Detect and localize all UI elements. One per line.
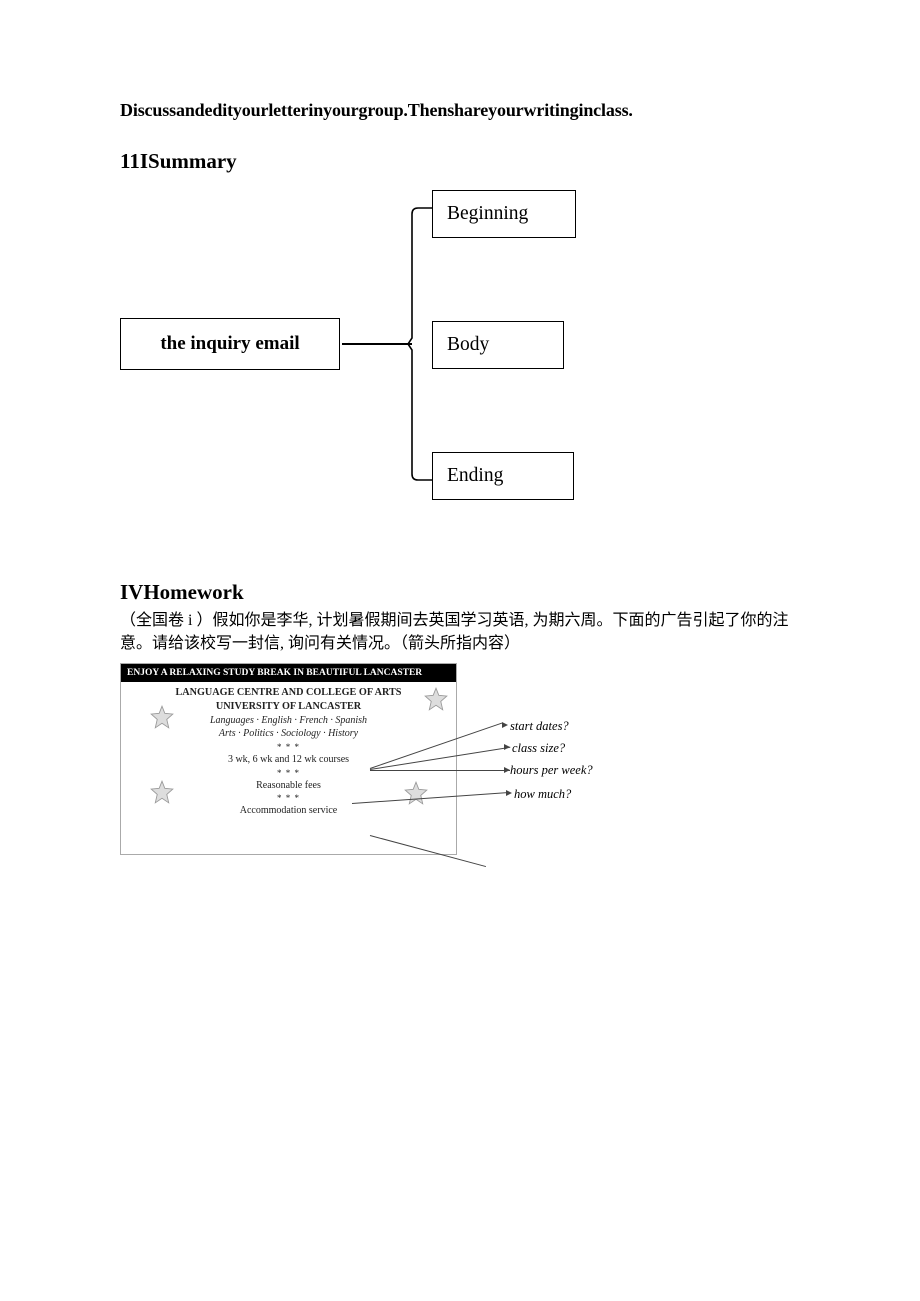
- diagram-ending-box: Ending: [432, 452, 574, 500]
- ad-divider-1: * * *: [127, 741, 450, 753]
- ad-accommodation: Accommodation service: [127, 804, 450, 818]
- advertisement-box: ENJOY A RELAXING STUDY BREAK IN BEAUTIFU…: [120, 663, 457, 855]
- arrow-line: [370, 770, 510, 771]
- arrow-head-icon: [504, 744, 510, 750]
- ad-fees: Reasonable fees: [127, 779, 450, 793]
- ad-institution-line1: LANGUAGE CENTRE AND COLLEGE OF ARTS: [127, 686, 450, 700]
- query-start-dates: start dates?: [510, 719, 569, 734]
- diagram-connector: [342, 343, 412, 345]
- advertisement-wrapper: ENJOY A RELAXING STUDY BREAK IN BEAUTIFU…: [120, 663, 600, 863]
- ad-header: ENJOY A RELAXING STUDY BREAK IN BEAUTIFU…: [121, 664, 456, 682]
- diagram-main-box: the inquiry email: [120, 318, 340, 370]
- star-icon: [149, 704, 175, 730]
- star-icon: [403, 780, 429, 806]
- inquiry-email-diagram: the inquiry email Beginning Body Ending: [120, 190, 540, 520]
- arrow-head-icon: [506, 790, 512, 796]
- summary-heading: 11ISummary: [120, 149, 800, 174]
- diagram-beginning-box: Beginning: [432, 190, 576, 238]
- star-icon: [423, 686, 449, 712]
- diagram-bracket: [412, 208, 432, 480]
- star-icon: [149, 779, 175, 805]
- query-hours-per-week: hours per week?: [510, 763, 593, 778]
- ad-divider-3: * * *: [127, 792, 450, 804]
- homework-prompt-text: （全国卷 i ）假如你是李华, 计划暑假期间去英国学习英语, 为期六周。下面的广…: [120, 609, 800, 655]
- ad-institution-line2: UNIVERSITY OF LANCASTER: [127, 700, 450, 714]
- ad-languages: Languages · English · French · Spanish: [127, 714, 450, 728]
- instruction-line: Discussandedityourletterinyourgroup.Then…: [120, 100, 800, 121]
- query-how-much: how much?: [514, 787, 571, 802]
- homework-heading: IVHomework: [120, 580, 800, 605]
- ad-divider-2: * * *: [127, 767, 450, 779]
- arrow-head-icon: [502, 722, 508, 728]
- ad-arts: Arts · Politics · Sociology · History: [127, 727, 450, 741]
- diagram-body-box: Body: [432, 321, 564, 369]
- query-class-size: class size?: [512, 741, 565, 756]
